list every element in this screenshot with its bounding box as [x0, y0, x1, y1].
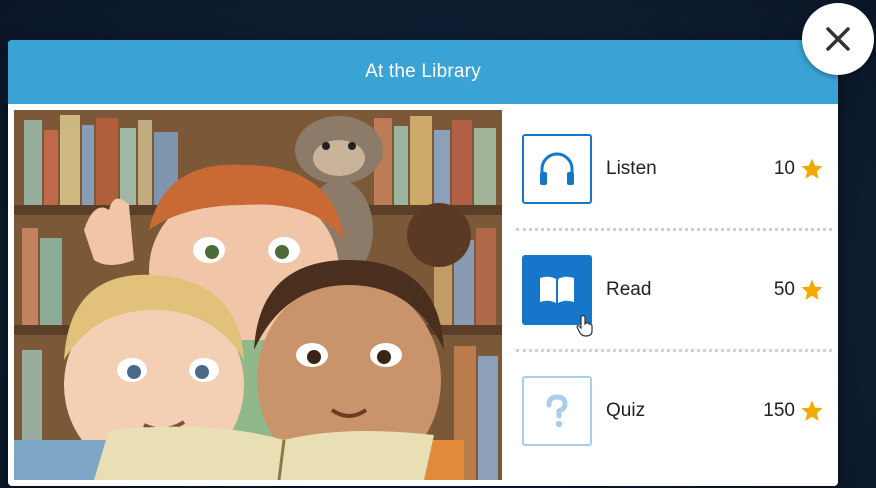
star-icon [800, 157, 824, 181]
points-value: 150 [763, 400, 795, 421]
activity-read[interactable]: Read 50 [516, 228, 832, 349]
activity-label: Read [606, 279, 652, 300]
close-icon [826, 27, 850, 51]
activity-label: Quiz [606, 400, 646, 421]
activity-listen[interactable]: Listen 10 [516, 110, 832, 228]
points-value: 10 [773, 158, 795, 179]
points-value: 50 [773, 279, 795, 300]
star-icon [800, 399, 824, 423]
close-button[interactable] [802, 3, 874, 75]
quiz-button[interactable] [522, 376, 592, 446]
hand-cursor-icon [576, 315, 594, 342]
story-illustration [14, 110, 502, 480]
activity-label: Listen [606, 158, 657, 179]
headphones-icon [540, 152, 574, 185]
star-icon [800, 278, 824, 302]
activity-points: 150 [763, 399, 824, 423]
question-icon [546, 394, 568, 428]
book-icon [540, 276, 574, 303]
listen-button[interactable] [522, 134, 592, 204]
activity-points: 10 [774, 157, 824, 181]
activity-modal: At the Library Listen 10 Read 50 Quiz 15… [8, 40, 838, 486]
modal-title: At the Library [8, 40, 838, 104]
activity-points: 50 [774, 278, 824, 302]
activity-quiz[interactable]: Quiz 150 [516, 349, 832, 470]
activity-list: Listen 10 Read 50 Quiz 150 [516, 110, 832, 480]
